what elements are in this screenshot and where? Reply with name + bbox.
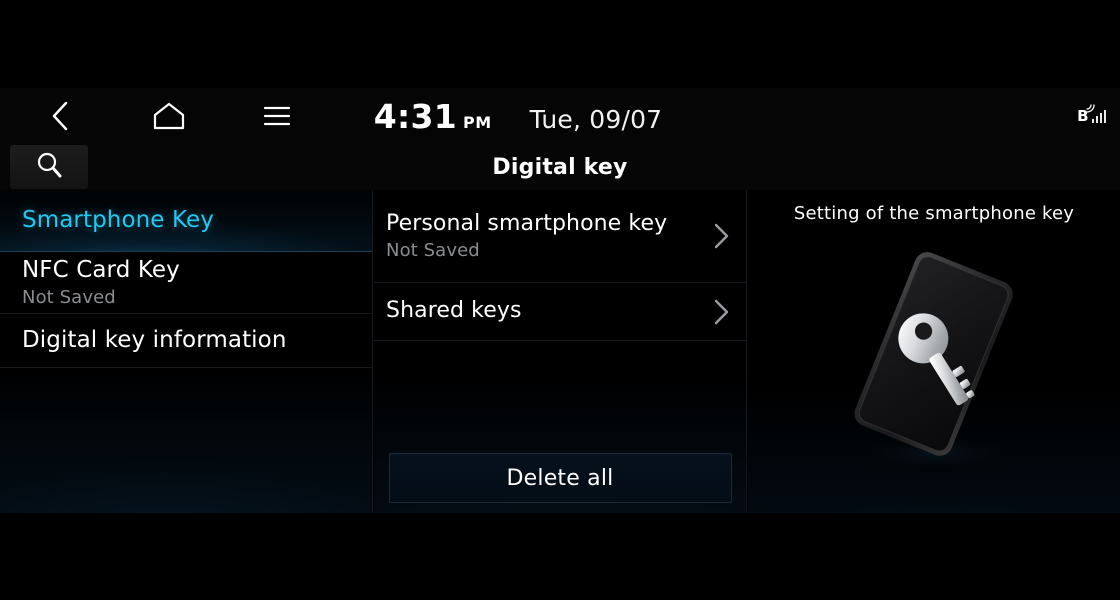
chevron-left-icon [49,99,71,133]
status-bar: 4:31 PM Tue, 09/07 B [0,88,1120,144]
delete-all-button[interactable]: Delete all [388,453,732,503]
title-bar: Digital key [0,144,1120,190]
sidebar: Smartphone Key NFC Card Key Not Saved Di… [0,190,373,513]
back-button[interactable] [28,88,92,144]
home-icon [152,102,186,130]
menu-button[interactable] [245,88,309,144]
sidebar-item-label: Digital key information [22,327,287,354]
search-button[interactable] [10,145,88,189]
smartphone-with-key-icon [748,245,1120,495]
list-item-status: Not Saved [386,240,480,262]
page-title: Digital key [492,154,628,180]
letterbox-bottom [0,513,1120,600]
chevron-right-icon [713,297,730,327]
list-item-label: Shared keys [386,298,522,324]
sidebar-item-status: Not Saved [22,287,116,309]
sidebar-item-smartphone-key[interactable]: Smartphone Key [0,190,372,252]
infotainment-screen: 4:31 PM Tue, 09/07 B Digital key Smartph… [0,0,1120,600]
sidebar-item-label: Smartphone Key [22,207,214,234]
content-area: Smartphone Key NFC Card Key Not Saved Di… [0,190,1120,513]
delete-all-container: Delete all [374,453,746,503]
sidebar-item-nfc-card-key[interactable]: NFC Card Key Not Saved [0,252,372,314]
search-icon [34,150,64,184]
clock-ampm: PM [462,112,492,132]
bluetooth-icon: B [1077,103,1095,126]
sidebar-item-digital-key-information[interactable]: Digital key information [0,314,372,368]
status-indicators: B [1077,88,1106,144]
hamburger-menu-icon [263,105,291,127]
list-item-shared-keys[interactable]: Shared keys [374,283,746,341]
list-item-label: Personal smartphone key [386,210,668,236]
sidebar-item-label: NFC Card Key [22,256,180,283]
clock-time: 4:31 [373,96,457,136]
detail-panel: Personal smartphone key Not Saved Shared… [374,190,747,513]
chevron-right-icon [713,221,730,251]
preview-panel: Setting of the smartphone key [748,190,1120,513]
status-date: Tue, 09/07 [529,104,663,134]
home-button[interactable] [137,88,201,144]
list-item-personal-smartphone-key[interactable]: Personal smartphone key Not Saved [374,190,746,283]
letterbox-top [0,0,1120,88]
preview-title: Setting of the smartphone key [793,203,1075,224]
